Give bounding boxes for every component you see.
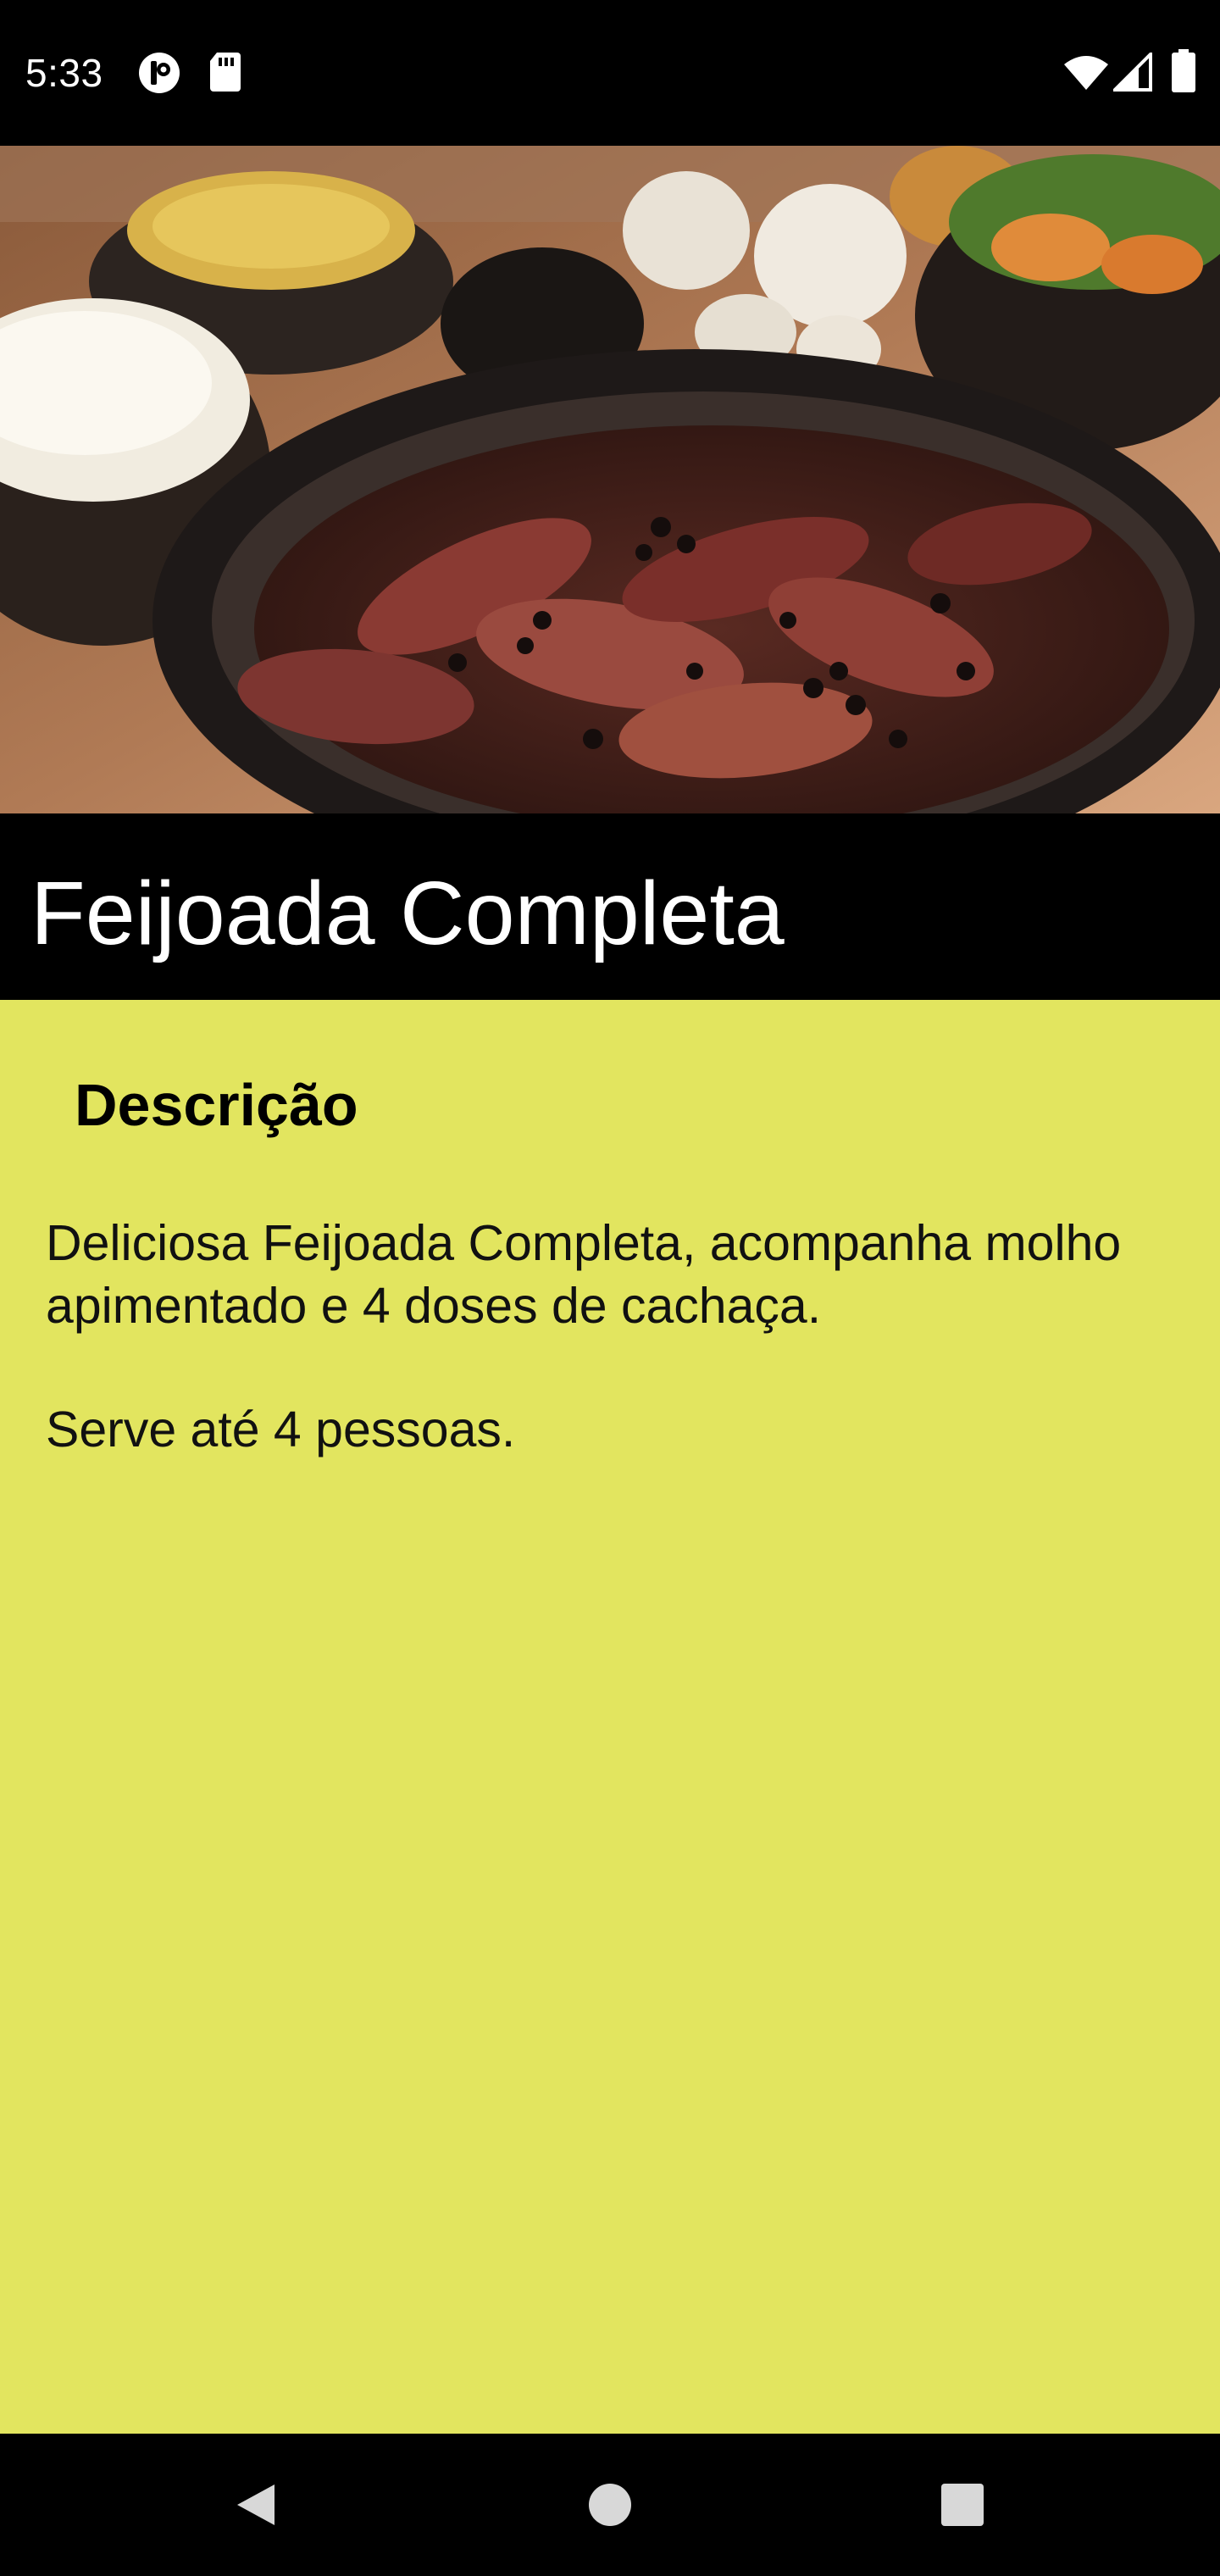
status-time: 5:33 <box>25 51 103 95</box>
description-heading: Descrição <box>75 1072 358 1138</box>
recipe-title-bar: Feijoada Completa <box>0 813 1220 1000</box>
home-icon[interactable] <box>585 2479 635 2530</box>
recents-icon[interactable] <box>937 2479 988 2530</box>
recipe-content: Descrição Deliciosa Feijoada Completa, a… <box>0 1000 1220 2434</box>
recipe-detail-screen: 5:33 Feijoada Completa Descrição Delicio… <box>0 0 1220 2576</box>
status-bar: 5:33 <box>0 0 1220 146</box>
description-paragraph: Deliciosa Feijoada Completa, acompanha m… <box>46 1215 1122 1334</box>
notification-app-icon <box>137 51 181 99</box>
back-icon[interactable] <box>230 2479 281 2530</box>
description-text: Deliciosa Feijoada Completa, acompanha m… <box>46 1212 1198 1461</box>
sd-card-icon <box>208 51 242 97</box>
wifi-icon <box>1062 54 1110 96</box>
cell-signal-icon <box>1111 50 1152 96</box>
recipe-title: Feijoada Completa <box>30 863 785 963</box>
battery-icon <box>1171 49 1196 97</box>
feijoada-dish-photo <box>0 146 1220 813</box>
servings-paragraph: Serve até 4 pessoas. <box>46 1402 516 1457</box>
system-nav-bar <box>0 2434 1220 2576</box>
